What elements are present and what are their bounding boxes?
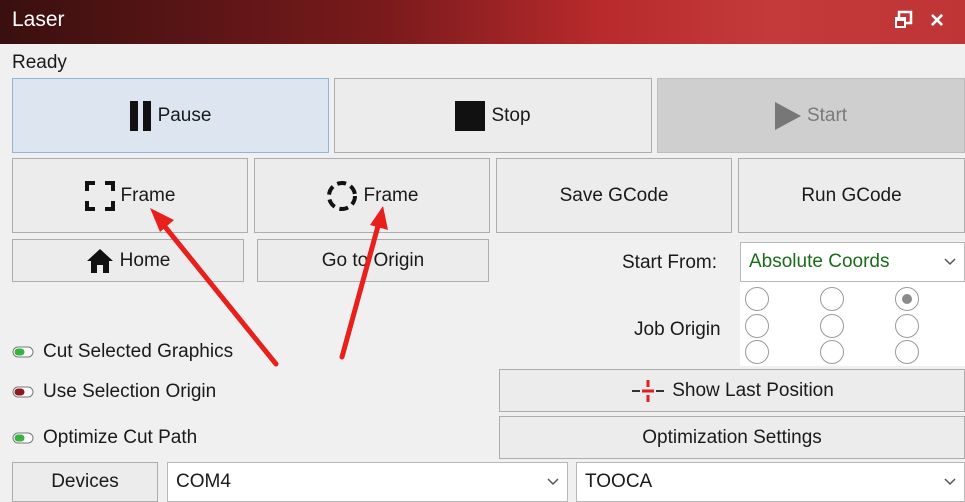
origin-top-left-radio[interactable] [745,287,769,311]
home-button[interactable]: Home [12,239,244,282]
frame-rectangle-label: Frame [120,184,176,206]
start-button[interactable]: Start [657,78,965,153]
stop-label: Stop [491,104,531,126]
origin-center-radio[interactable] [820,314,844,338]
title-bar: Laser × [0,0,965,44]
origin-middle-left-radio[interactable] [745,314,769,338]
show-last-position-label: Show Last Position [672,379,834,401]
pause-button[interactable]: Pause [12,78,329,153]
frame-rectangle-button[interactable]: Frame [12,158,248,233]
start-from-value: Absolute Coords [749,251,890,272]
device-select[interactable]: TOOCA [576,462,965,502]
float-window-icon[interactable] [893,10,913,30]
origin-top-right-radio[interactable] [895,287,919,311]
stop-button[interactable]: Stop [334,78,652,153]
show-last-position-button[interactable]: Show Last Position [499,369,965,412]
port-select[interactable]: COM4 [167,462,568,502]
toggle-on-icon [12,432,34,444]
play-icon [774,101,801,130]
chevron-down-icon [547,478,559,486]
job-origin-grid [740,282,965,366]
status-text: Ready [12,52,67,73]
pause-icon [129,100,151,131]
optimization-settings-button[interactable]: Optimization Settings [499,416,965,459]
origin-bottom-center-radio[interactable] [820,340,844,364]
optimize-cut-path-option[interactable]: Optimize Cut Path [12,427,197,449]
chevron-down-icon [944,478,956,486]
close-icon[interactable]: × [930,6,965,36]
devices-button[interactable]: Devices [12,462,158,502]
home-label: Home [119,249,171,271]
use-selection-origin-label: Use Selection Origin [43,381,217,402]
go-to-origin-button[interactable]: Go to Origin [257,239,489,282]
stop-icon [455,100,486,131]
frame-circle-label: Frame [363,184,419,206]
use-selection-origin-option[interactable]: Use Selection Origin [12,381,216,403]
home-icon [86,248,113,273]
port-value: COM4 [176,471,231,492]
origin-bottom-right-radio[interactable] [895,340,919,364]
cut-selected-graphics-label: Cut Selected Graphics [43,341,234,362]
toggle-on-icon [12,346,34,358]
start-from-select[interactable]: Absolute Coords [740,242,965,282]
frame-circle-button[interactable]: Frame [254,158,490,233]
optimize-cut-path-label: Optimize Cut Path [43,427,198,448]
frame-rectangle-icon [84,180,115,211]
frame-circle-icon [326,180,357,211]
job-origin-label: Job Origin [634,319,721,340]
chevron-down-icon [944,258,956,266]
pause-label: Pause [157,104,212,126]
device-value: TOOCA [585,471,653,492]
toggle-off-icon [12,386,34,398]
run-gcode-button[interactable]: Run GCode [738,158,965,233]
crosshair-icon [632,379,665,402]
origin-middle-right-radio[interactable] [895,314,919,338]
start-from-label: Start From: [622,252,718,273]
origin-bottom-left-radio[interactable] [745,340,769,364]
start-label: Start [806,104,848,126]
origin-top-center-radio[interactable] [820,287,844,311]
cut-selected-graphics-option[interactable]: Cut Selected Graphics [12,341,233,363]
window-title: Laser [12,8,65,31]
save-gcode-button[interactable]: Save GCode [496,158,732,233]
